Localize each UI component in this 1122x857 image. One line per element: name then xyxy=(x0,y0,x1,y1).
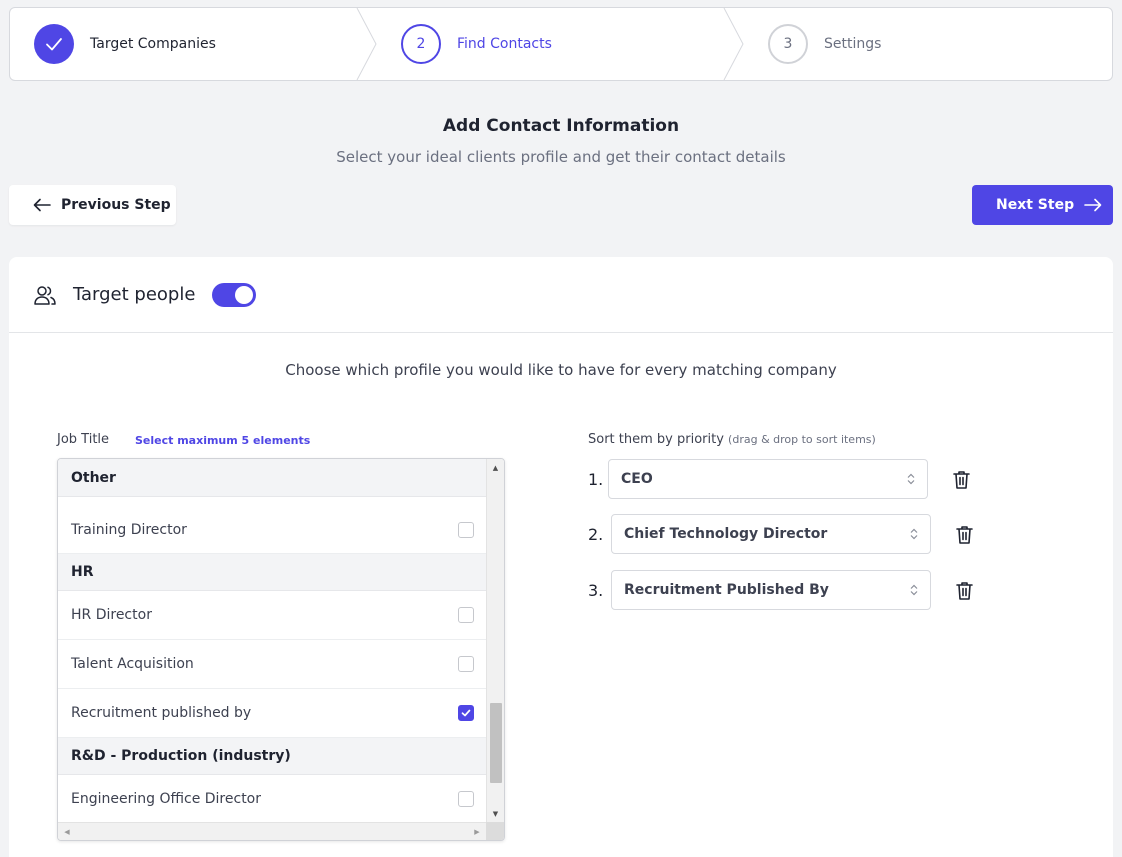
scroll-down-arrow-icon[interactable]: ▼ xyxy=(487,807,504,821)
priority-row[interactable]: 2. Chief Technology Director xyxy=(588,514,973,554)
arrow-right-icon xyxy=(1084,198,1102,212)
checkbox[interactable] xyxy=(458,607,474,623)
scrollbar-corner xyxy=(486,822,504,840)
list-item[interactable]: Engineering Office Director xyxy=(58,775,486,823)
horizontal-scrollbar[interactable]: ◀ ▶ xyxy=(58,822,486,840)
trash-icon[interactable] xyxy=(956,525,973,544)
group-header: R&D - Production (industry) xyxy=(58,738,486,775)
next-step-label: Next Step xyxy=(996,197,1075,213)
group-header: HR xyxy=(58,554,486,591)
list-item[interactable]: Talent Acquisition xyxy=(58,640,486,689)
step-number-circle: 3 xyxy=(768,24,808,64)
previous-step-label: Previous Step xyxy=(61,197,171,213)
card-title: Target people xyxy=(73,284,196,305)
users-icon xyxy=(34,285,56,305)
scroll-up-arrow-icon[interactable]: ▲ xyxy=(487,461,504,475)
priority-number: 1. xyxy=(588,469,604,489)
step-label: Target Companies xyxy=(90,36,216,52)
priority-select-value: Recruitment Published By xyxy=(624,582,829,598)
priority-row[interactable]: 3. Recruitment Published By xyxy=(588,570,973,610)
step-number-circle: 2 xyxy=(401,24,441,64)
scroll-thumb[interactable] xyxy=(490,703,502,783)
list-item-label: Talent Acquisition xyxy=(71,656,194,672)
priority-select[interactable]: Chief Technology Director xyxy=(611,514,931,554)
scroll-left-arrow-icon[interactable]: ◀ xyxy=(60,823,74,840)
priority-number: 3. xyxy=(588,580,604,600)
trash-icon[interactable] xyxy=(956,581,973,600)
trash-icon[interactable] xyxy=(953,470,970,489)
list-item-label: Engineering Office Director xyxy=(71,791,262,807)
stepper: Target Companies 2 Find Contacts 3 Setti… xyxy=(9,7,1113,81)
checkbox[interactable] xyxy=(458,656,474,672)
priority-select[interactable]: CEO xyxy=(608,459,928,499)
checkbox[interactable] xyxy=(458,522,474,538)
checkbox-checked[interactable] xyxy=(458,705,474,721)
job-title-listbox[interactable]: Other Training Director HR HR Director T… xyxy=(57,458,505,841)
scroll-right-arrow-icon[interactable]: ▶ xyxy=(470,823,484,840)
step-separator-chevron xyxy=(723,8,744,80)
priority-row[interactable]: 1. CEO xyxy=(588,459,970,499)
group-spacer xyxy=(58,497,486,507)
sort-priority-title: Sort them by priority xyxy=(588,432,724,447)
next-step-button[interactable]: Next Step xyxy=(972,185,1113,225)
priority-select-value: CEO xyxy=(621,471,653,487)
sort-priority-hint: (drag & drop to sort items) xyxy=(728,433,876,446)
job-title-list: Other Training Director HR HR Director T… xyxy=(58,459,486,823)
job-title-hint: Select maximum 5 elements xyxy=(135,434,311,447)
sort-priority-label: Sort them by priority (drag & drop to so… xyxy=(588,432,876,447)
card-header: Target people xyxy=(9,257,1113,333)
target-people-card: Target people Choose which profile you w… xyxy=(9,257,1113,857)
toggle-knob xyxy=(235,285,254,304)
check-icon xyxy=(461,709,471,717)
priority-select-value: Chief Technology Director xyxy=(624,526,828,542)
group-header: Other xyxy=(58,459,486,497)
sort-arrows-icon xyxy=(910,528,918,540)
list-item-label: Recruitment published by xyxy=(71,705,252,721)
sort-arrows-icon xyxy=(910,584,918,596)
list-item-label: HR Director xyxy=(71,607,152,623)
step-completed-circle xyxy=(34,24,74,64)
priority-select[interactable]: Recruitment Published By xyxy=(611,570,931,610)
previous-step-button[interactable]: Previous Step xyxy=(9,185,176,225)
list-item[interactable]: Recruitment published by xyxy=(58,689,486,738)
priority-number: 2. xyxy=(588,524,604,544)
page-subtitle: Select your ideal clients profile and ge… xyxy=(336,148,786,166)
list-item[interactable]: HR Director xyxy=(58,591,486,640)
checkbox[interactable] xyxy=(458,791,474,807)
step-settings[interactable]: 3 Settings xyxy=(768,8,881,80)
list-item-label: Training Director xyxy=(71,522,187,538)
step-target-companies[interactable]: Target Companies xyxy=(34,8,216,80)
card-description: Choose which profile you would like to h… xyxy=(285,361,837,379)
page-title: Add Contact Information xyxy=(442,116,680,136)
step-label: Settings xyxy=(824,36,882,52)
sort-arrows-icon xyxy=(907,473,915,485)
step-label: Find Contacts xyxy=(457,36,552,52)
check-icon xyxy=(46,38,62,51)
step-find-contacts[interactable]: 2 Find Contacts xyxy=(401,8,552,80)
arrow-left-icon xyxy=(33,198,51,212)
job-title-label: Job Title xyxy=(57,432,110,447)
vertical-scrollbar[interactable]: ▲ ▼ xyxy=(486,459,504,823)
target-people-toggle[interactable] xyxy=(212,282,257,307)
list-item[interactable]: Training Director xyxy=(58,507,486,554)
step-separator-chevron xyxy=(356,8,377,80)
